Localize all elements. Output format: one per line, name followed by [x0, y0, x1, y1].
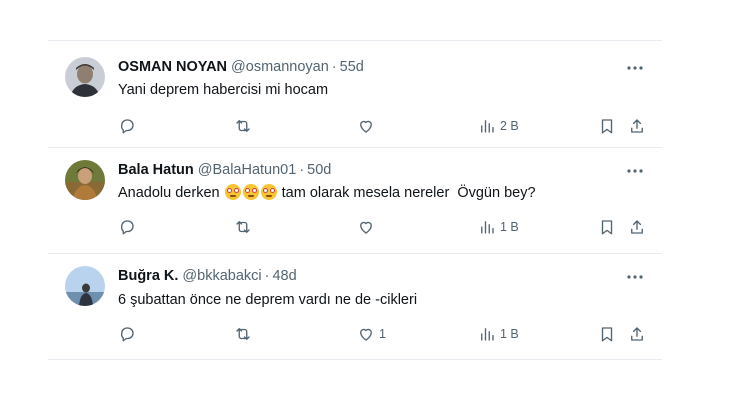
tweet-actions: 1 1 B [118, 323, 662, 345]
like-button[interactable] [357, 216, 379, 238]
flushed-face-emoji-icon [260, 184, 277, 200]
reply-icon [120, 327, 134, 342]
tweet-text: Yani deprem habercisi mi hocam [118, 82, 329, 98]
retweet-button[interactable] [234, 115, 256, 137]
avatar[interactable] [65, 266, 105, 306]
more-dots-icon[interactable] [624, 59, 646, 77]
view-count: 2 B [500, 119, 519, 133]
tweet-text-part: Anadolu derken [118, 185, 220, 201]
flushed-face-emoji-icon [242, 184, 259, 200]
tweet-text: 6 şubattan önce ne deprem vardı ne de -c… [118, 292, 418, 308]
avatar[interactable] [65, 57, 105, 97]
author-handle[interactable]: @bkkabakci [182, 268, 261, 284]
bookmark-icon [601, 327, 613, 342]
retweet-icon [236, 120, 250, 132]
author-name[interactable]: Bala Hatun [118, 162, 194, 178]
views-chart-icon [481, 328, 494, 341]
tweet[interactable]: Bala Hatun @BalaHatun01 · 50d Anadolu derke… [48, 148, 662, 254]
more-dots-icon[interactable] [624, 268, 646, 286]
bookmark-button[interactable] [598, 323, 616, 345]
tweet-time[interactable]: 55d [340, 59, 364, 75]
retweet-icon [236, 221, 250, 233]
reply-icon [120, 220, 134, 235]
tweet-header: Bala Hatun @BalaHatun01 · 50d [118, 162, 331, 178]
tweet[interactable]: Buğra K. @bkkabakci · 48d 6 şubattan önce n… [48, 254, 662, 360]
share-icon [631, 220, 643, 234]
flushed-face-emoji-icon [224, 184, 241, 200]
tweet-actions: 2 B [118, 115, 662, 137]
reply-button[interactable] [118, 115, 140, 137]
retweet-icon [236, 328, 250, 340]
tweet-text: Anadolu derken tam olarak mesela nereler… [118, 184, 536, 201]
tweet-header: OSMAN NOYAN @osmannoyan · 55d [118, 59, 364, 75]
views-button[interactable]: 1 B [478, 323, 519, 345]
bookmark-icon [601, 220, 613, 235]
views-button[interactable]: 2 B [478, 115, 519, 137]
retweet-button[interactable] [234, 323, 256, 345]
bookmark-icon [601, 119, 613, 134]
like-button[interactable]: 1 [357, 323, 386, 345]
tweet[interactable]: OSMAN NOYAN @osmannoyan · 55d Yani deprem h… [48, 40, 662, 148]
tweet-text-part: tam olarak mesela nereler Övgün bey? [281, 185, 536, 201]
like-button[interactable] [357, 115, 379, 137]
separator-dot: · [299, 162, 305, 178]
bookmark-button[interactable] [598, 216, 616, 238]
share-button[interactable] [628, 323, 646, 345]
tweet-time[interactable]: 50d [307, 162, 331, 178]
author-name[interactable]: Buğra K. [118, 268, 178, 284]
reply-icon [120, 119, 134, 134]
author-handle[interactable]: @BalaHatun01 [198, 162, 297, 178]
retweet-button[interactable] [234, 216, 256, 238]
view-count: 1 B [500, 220, 519, 234]
author-name[interactable]: OSMAN NOYAN [118, 59, 227, 75]
views-button[interactable]: 1 B [478, 216, 519, 238]
tweet-actions: 1 B [118, 216, 662, 238]
tweet-time[interactable]: 48d [272, 268, 296, 284]
reply-button[interactable] [118, 216, 140, 238]
like-count: 1 [379, 327, 386, 341]
share-icon [631, 327, 643, 341]
more-dots-icon[interactable] [624, 162, 646, 180]
share-button[interactable] [628, 115, 646, 137]
avatar[interactable] [65, 160, 105, 200]
share-icon [631, 119, 643, 133]
reply-button[interactable] [118, 323, 140, 345]
author-handle[interactable]: @osmannoyan [231, 59, 329, 75]
separator-dot: · [264, 268, 270, 284]
views-chart-icon [481, 120, 494, 133]
views-chart-icon [481, 221, 494, 234]
heart-icon [360, 221, 372, 234]
share-button[interactable] [628, 216, 646, 238]
reply-feed: OSMAN NOYAN @osmannoyan · 55d Yani deprem h… [48, 40, 662, 360]
heart-icon [360, 328, 372, 341]
view-count: 1 B [500, 327, 519, 341]
separator-dot: · [331, 59, 337, 75]
tweet-header: Buğra K. @bkkabakci · 48d [118, 268, 297, 284]
heart-icon [360, 120, 372, 133]
bookmark-button[interactable] [598, 115, 616, 137]
